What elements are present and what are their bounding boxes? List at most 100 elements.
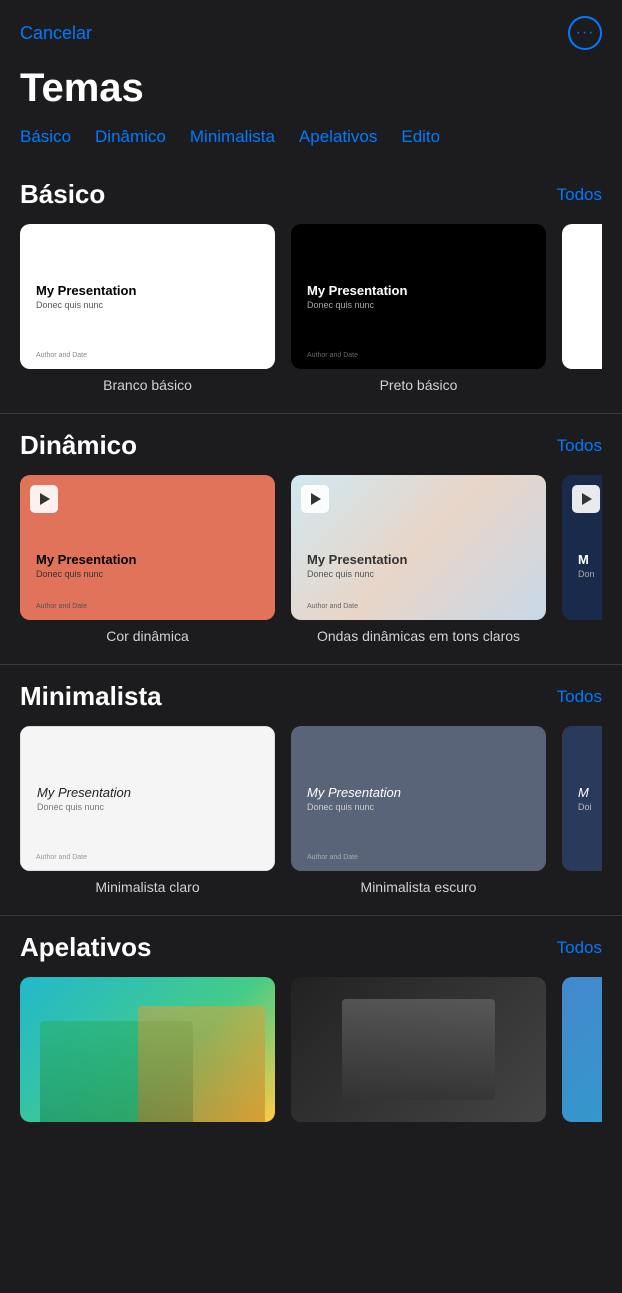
template-ondas-dinamicas[interactable]: My Presentation Donec quis nunc Author a… bbox=[291, 475, 546, 644]
thumb-apelativos-bg1 bbox=[20, 977, 275, 1122]
page-title: Temas bbox=[0, 58, 622, 127]
tab-edito[interactable]: Edito bbox=[401, 127, 440, 147]
thumb-white-bg: My Presentation Donec quis nunc Author a… bbox=[20, 224, 275, 369]
template-branco-basico[interactable]: My Presentation Donec quis nunc Author a… bbox=[20, 224, 275, 393]
thumb-waves-bg: My Presentation Donec quis nunc Author a… bbox=[291, 475, 546, 620]
thumb-black-title: My Presentation bbox=[307, 283, 530, 298]
thumb-minimalista-escuro: My Presentation Donec quis nunc Author a… bbox=[291, 726, 546, 871]
thumb-minimal-light-title: My Presentation bbox=[37, 785, 258, 800]
template-apelativos-1[interactable] bbox=[20, 977, 275, 1130]
template-preto-basico[interactable]: My Presentation Donec quis nunc Author a… bbox=[291, 224, 546, 393]
thumb-minimal-dark-title: My Presentation bbox=[307, 785, 530, 800]
thumb-minimal-dark-bg: My Presentation Donec quis nunc Author a… bbox=[291, 726, 546, 871]
section-minimalista: Minimalista Todos My Presentation Donec … bbox=[0, 665, 622, 915]
thumb-min-partial-bg: M Doi bbox=[562, 726, 602, 871]
thumb-min-partial-subtitle: Doi bbox=[578, 802, 602, 812]
section-minimalista-header: Minimalista Todos bbox=[20, 681, 602, 712]
thumb-minimal-light-bg: My Presentation Donec quis nunc Author a… bbox=[20, 726, 275, 871]
template-basico-partial[interactable] bbox=[562, 224, 602, 393]
thumb-waves-author: Author and Date bbox=[307, 603, 358, 610]
category-tabs: Básico Dinâmico Minimalista Apelativos E… bbox=[0, 127, 622, 163]
label-preto-basico: Preto básico bbox=[380, 377, 458, 393]
thumb-min-partial-title: M bbox=[578, 785, 602, 800]
thumb-dinamico-partial: M Don bbox=[562, 475, 602, 620]
minimalista-templates-row: My Presentation Donec quis nunc Author a… bbox=[20, 726, 602, 907]
thumb-black-author: Author and Date bbox=[307, 352, 358, 359]
play-icon-waves bbox=[301, 485, 329, 513]
play-icon-coral bbox=[30, 485, 58, 513]
thumb-minimalista-claro: My Presentation Donec quis nunc Author a… bbox=[20, 726, 275, 871]
label-ondas-dinamicas: Ondas dinâmicas em tons claros bbox=[317, 628, 520, 644]
template-apelativos-2[interactable] bbox=[291, 977, 546, 1130]
section-dinamico: Dinâmico Todos My Presentation Donec qui… bbox=[0, 414, 622, 664]
header: Cancelar ··· bbox=[0, 0, 622, 58]
thumb-coral-title: My Presentation bbox=[36, 552, 259, 567]
section-basico-all[interactable]: Todos bbox=[557, 185, 602, 205]
thumb-white-subtitle: Donec quis nunc bbox=[36, 300, 259, 310]
silhouette2 bbox=[138, 1006, 266, 1122]
section-dinamico-title: Dinâmico bbox=[20, 430, 137, 461]
thumb-partial-title: M bbox=[578, 552, 602, 567]
thumb-coral-subtitle: Donec quis nunc bbox=[36, 569, 259, 579]
thumb-apelativos-2 bbox=[291, 977, 546, 1122]
tab-apelativos[interactable]: Apelativos bbox=[299, 127, 377, 147]
label-minimalista-escuro: Minimalista escuro bbox=[361, 879, 477, 895]
thumb-apelativos-partial bbox=[562, 977, 602, 1122]
thumb-apelativos-1 bbox=[20, 977, 275, 1122]
thumb-basico-partial bbox=[562, 224, 602, 369]
section-apelativos-all[interactable]: Todos bbox=[557, 938, 602, 958]
play-triangle-coral bbox=[40, 493, 50, 505]
tab-basico[interactable]: Básico bbox=[20, 127, 71, 147]
thumb-apelativos-bg2 bbox=[291, 977, 546, 1122]
label-minimalista-claro: Minimalista claro bbox=[95, 879, 199, 895]
thumb-partial-dark-bg: M Don bbox=[562, 475, 602, 620]
thumb-minimal-light-author: Author and Date bbox=[36, 854, 87, 861]
thumb-minimalista-partial: M Doi bbox=[562, 726, 602, 871]
thumb-waves-title: My Presentation bbox=[307, 552, 530, 567]
more-dots-icon: ··· bbox=[576, 25, 595, 41]
thumb-coral-bg: My Presentation Donec quis nunc Author a… bbox=[20, 475, 275, 620]
template-apelativos-partial[interactable] bbox=[562, 977, 602, 1130]
template-cor-dinamica[interactable]: My Presentation Donec quis nunc Author a… bbox=[20, 475, 275, 644]
label-branco-basico: Branco básico bbox=[103, 377, 192, 393]
thumb-coral-author: Author and Date bbox=[36, 603, 87, 610]
thumb-white-author: Author and Date bbox=[36, 352, 87, 359]
play-triangle-waves bbox=[311, 493, 321, 505]
thumb-black-bg: My Presentation Donec quis nunc Author a… bbox=[291, 224, 546, 369]
thumb-minimal-light-subtitle: Donec quis nunc bbox=[37, 802, 258, 812]
basico-templates-row: My Presentation Donec quis nunc Author a… bbox=[20, 224, 602, 405]
tab-minimalista[interactable]: Minimalista bbox=[190, 127, 275, 147]
play-triangle-partial bbox=[582, 493, 592, 505]
thumb-apel-partial-bg bbox=[562, 977, 602, 1122]
template-minimalista-escuro[interactable]: My Presentation Donec quis nunc Author a… bbox=[291, 726, 546, 895]
section-basico-title: Básico bbox=[20, 179, 105, 210]
template-minimalista-claro[interactable]: My Presentation Donec quis nunc Author a… bbox=[20, 726, 275, 895]
thumb-ondas-dinamicas: My Presentation Donec quis nunc Author a… bbox=[291, 475, 546, 620]
thumb-minimal-dark-subtitle: Donec quis nunc bbox=[307, 802, 530, 812]
thumb-waves-subtitle: Donec quis nunc bbox=[307, 569, 530, 579]
thumb-cor-dinamica: My Presentation Donec quis nunc Author a… bbox=[20, 475, 275, 620]
more-button[interactable]: ··· bbox=[568, 16, 602, 50]
thumb-preto-basico: My Presentation Donec quis nunc Author a… bbox=[291, 224, 546, 369]
section-basico: Básico Todos My Presentation Donec quis … bbox=[0, 163, 622, 413]
apelativos-people bbox=[20, 977, 275, 1122]
cancel-button[interactable]: Cancelar bbox=[20, 23, 92, 44]
section-apelativos-header: Apelativos Todos bbox=[20, 932, 602, 963]
section-minimalista-all[interactable]: Todos bbox=[557, 687, 602, 707]
section-dinamico-header: Dinâmico Todos bbox=[20, 430, 602, 461]
tab-dinamico[interactable]: Dinâmico bbox=[95, 127, 166, 147]
play-icon-partial bbox=[572, 485, 600, 513]
thumb-partial-subtitle: Don bbox=[578, 569, 602, 579]
dark-silhouette bbox=[342, 999, 495, 1101]
section-dinamico-all[interactable]: Todos bbox=[557, 436, 602, 456]
section-basico-header: Básico Todos bbox=[20, 179, 602, 210]
label-cor-dinamica: Cor dinâmica bbox=[106, 628, 188, 644]
section-minimalista-title: Minimalista bbox=[20, 681, 162, 712]
template-dinamico-partial[interactable]: M Don bbox=[562, 475, 602, 644]
dinamico-templates-row: My Presentation Donec quis nunc Author a… bbox=[20, 475, 602, 656]
template-minimalista-partial[interactable]: M Doi bbox=[562, 726, 602, 895]
thumb-white-title: My Presentation bbox=[36, 283, 259, 298]
section-apelativos-title: Apelativos bbox=[20, 932, 152, 963]
thumb-black-subtitle: Donec quis nunc bbox=[307, 300, 530, 310]
thumb-minimal-dark-author: Author and Date bbox=[307, 854, 358, 861]
